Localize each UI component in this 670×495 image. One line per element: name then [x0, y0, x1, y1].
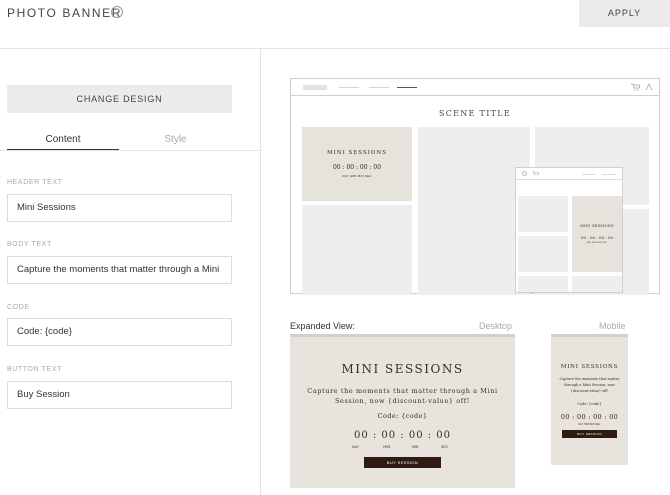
- mini-banner-tile: MINI SESSIONS 00 : 00 : 00 : 00 DAY HRS …: [302, 127, 412, 201]
- desktop-heading: MINI SESSIONS: [341, 362, 464, 376]
- desktop-code: Code: {code}: [377, 412, 428, 420]
- cart-icon: [532, 171, 539, 176]
- header-text-label: HEADER TEXT: [7, 179, 63, 186]
- mini-banner-units: DAY HRS MIN SEC: [342, 174, 372, 178]
- user-icon: [645, 83, 653, 91]
- mobile-body-line-2: through a Mini Session, now: [564, 383, 615, 387]
- mobile-code: Code: {code}: [577, 402, 602, 406]
- preview-nav: [291, 79, 659, 96]
- mobile-units: DAY HRS MIN SEC: [578, 423, 601, 426]
- mobile-menu-icon: [522, 171, 527, 176]
- desktop-countdown: 00 : 00 : 00 : 00: [353, 430, 452, 441]
- desktop-unit-day: DAY: [352, 445, 359, 449]
- mobile-nav: [516, 168, 622, 180]
- preview-nav-link-active: [397, 87, 417, 88]
- mini-banner-countdown: 00 : 00 : 00 : 00: [332, 164, 382, 171]
- page-preview: SCENE TITLE MINI SESSIONS 00 : 00 : 00 :…: [290, 78, 660, 295]
- mobile-label[interactable]: Mobile: [599, 321, 626, 331]
- tab-style[interactable]: Style: [119, 129, 232, 150]
- button-text-input[interactable]: Buy Session: [7, 381, 232, 409]
- mobile-tile: [518, 236, 568, 272]
- mobile-nav-link: [602, 174, 616, 175]
- cart-icon: [631, 83, 640, 91]
- gallery-tile: [302, 205, 412, 295]
- desktop-unit-min: MIN: [412, 445, 419, 449]
- expanded-view-label: Expanded View:: [290, 321, 355, 331]
- mobile-tile: [572, 276, 622, 292]
- mobile-mini-units: DAY HRS MIN SEC: [586, 242, 608, 244]
- mobile-mini-banner: MINI SESSIONS 00 : 00 : 00 : 00 DAY HRS …: [572, 196, 622, 272]
- mobile-mini-heading: MINI SESSIONS: [580, 224, 614, 228]
- mobile-preview-frame: MINI SESSIONS 00 : 00 : 00 : 00 DAY HRS …: [515, 167, 623, 293]
- body-text-input[interactable]: Capture the moments that matter through …: [7, 256, 232, 284]
- mobile-nav-link: [582, 174, 596, 175]
- mobile-body-line-3: {discount-value} off!: [570, 389, 609, 393]
- page-title: PHOTO BANNER: [7, 6, 122, 20]
- mobile-heading: MINI SESSIONS: [560, 364, 619, 370]
- desktop-buy-button[interactable]: BUY SESSION: [364, 457, 441, 468]
- code-label: CODE: [7, 304, 30, 311]
- mobile-tile: [518, 276, 568, 292]
- desktop-expanded-banner: MINI SESSIONS Capture the moments that m…: [290, 334, 515, 488]
- tab-content[interactable]: Content: [7, 129, 119, 150]
- scene-title: SCENE TITLE: [438, 109, 512, 118]
- desktop-body-line-1: Capture the moments that matter through …: [307, 387, 498, 395]
- desktop-body-line-2: Session, now {discount-value} off!: [334, 397, 471, 405]
- desktop-unit-sec: SEC: [441, 445, 449, 449]
- mobile-tile: [518, 196, 568, 232]
- gallery-tile: [418, 127, 530, 295]
- mobile-countdown: 00 : 00 : 00 : 00: [560, 413, 619, 421]
- mobile-buy-button[interactable]: BUY SESSION: [562, 430, 617, 438]
- preview-logo: [303, 85, 327, 90]
- mobile-body-line-1: Capture the moments that matter: [559, 377, 620, 381]
- code-input[interactable]: Code: {code}: [7, 318, 232, 346]
- desktop-unit-hrs: HRS: [383, 445, 391, 449]
- header-text-input[interactable]: Mini Sessions: [7, 194, 232, 222]
- preview-nav-link: [369, 87, 389, 88]
- change-design-button[interactable]: CHANGE DESIGN: [7, 85, 232, 113]
- help-icon[interactable]: ?: [111, 6, 123, 18]
- mini-banner-heading: MINI SESSIONS: [326, 150, 388, 156]
- top-bar: PHOTO BANNER ? APPLY: [0, 0, 670, 49]
- editor-panel: CHANGE DESIGN Content Style HEADER TEXT …: [0, 49, 261, 495]
- apply-button[interactable]: APPLY: [579, 0, 670, 27]
- mobile-mini-countdown: 00 : 00 : 00 : 00: [580, 235, 614, 240]
- desktop-label[interactable]: Desktop: [479, 321, 512, 331]
- tab-divider: [0, 150, 261, 151]
- preview-nav-link: [339, 87, 359, 88]
- mobile-expanded-banner: MINI SESSIONS Capture the moments that m…: [551, 334, 628, 465]
- button-text-label: BUTTON TEXT: [7, 366, 62, 373]
- body-text-label: BODY TEXT: [7, 241, 52, 248]
